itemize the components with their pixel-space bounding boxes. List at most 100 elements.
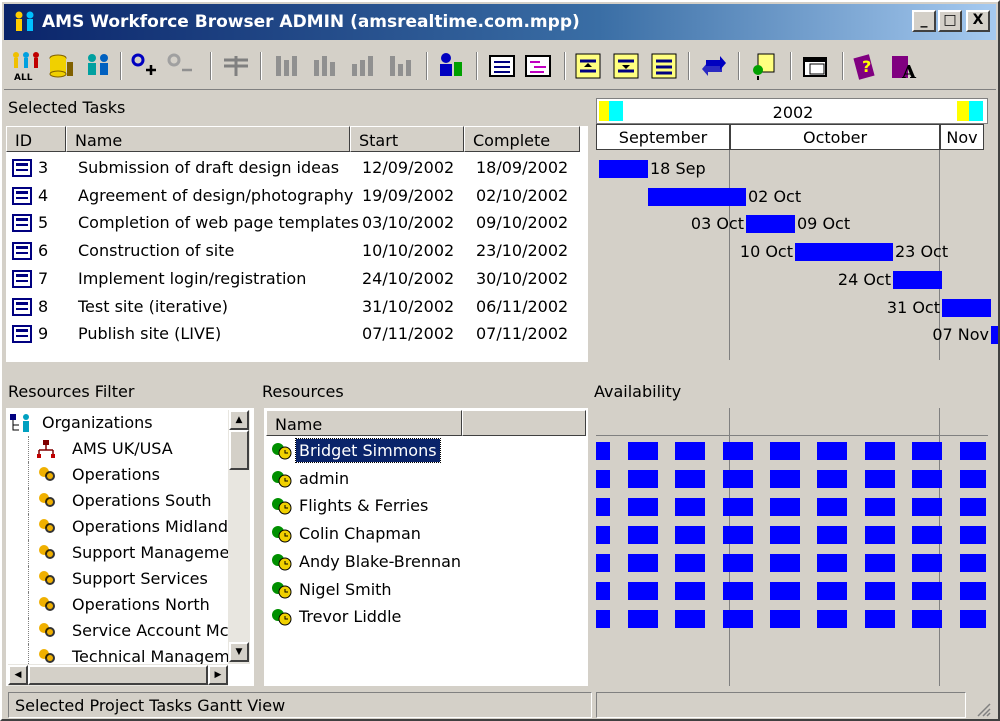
- gantt-bar[interactable]: [746, 215, 795, 234]
- filter-horizontal-scrollbar[interactable]: ◀ ▶: [8, 664, 228, 686]
- add-task-icon[interactable]: [128, 50, 160, 82]
- window-icon[interactable]: [800, 50, 832, 82]
- task-complete: 09/10/2002: [476, 213, 569, 233]
- availability-block: [960, 470, 986, 488]
- minimize-button[interactable]: _: [912, 10, 936, 32]
- tree-item-label: Operations South: [72, 491, 212, 510]
- availability-block: [960, 442, 986, 460]
- resource-assign-icon[interactable]: [434, 50, 466, 82]
- tree-item-label: Service Account Mc: [72, 621, 228, 640]
- table-row[interactable]: 4 Agreement of design/photography 19/09/20…: [6, 182, 586, 209]
- scroll-left-arrow-icon[interactable]: ◀: [8, 665, 28, 685]
- availability-block: [960, 610, 986, 628]
- resource-name: Trevor Liddle: [299, 607, 402, 627]
- task-complete: 02/10/2002: [476, 185, 569, 205]
- availability-chart: [596, 408, 988, 686]
- about-icon[interactable]: A: [888, 50, 920, 82]
- collapse-icon[interactable]: [610, 50, 642, 82]
- tree-item[interactable]: Service Account Mc: [24, 618, 228, 644]
- people-icon[interactable]: [82, 50, 114, 82]
- list-item[interactable]: Bridget Simmons: [264, 438, 584, 465]
- tree-item[interactable]: Support Services: [24, 566, 228, 592]
- expand-icon[interactable]: [572, 50, 604, 82]
- bars2-icon[interactable]: [308, 50, 340, 82]
- horizontal-splitter[interactable]: [4, 366, 996, 370]
- gantt-bar[interactable]: [795, 243, 893, 262]
- task-start: 19/09/2002: [362, 185, 455, 205]
- tree-item[interactable]: Operations South: [24, 488, 228, 514]
- list-view-icon[interactable]: [486, 50, 518, 82]
- gantt-bar[interactable]: [942, 298, 991, 317]
- gantt-bar[interactable]: [599, 160, 648, 178]
- close-button[interactable]: X: [966, 10, 990, 32]
- column-header-name[interactable]: Name: [66, 126, 350, 152]
- availability-block: [912, 554, 942, 572]
- scroll-thumb[interactable]: [229, 430, 249, 470]
- task-start: 12/09/2002: [362, 158, 455, 177]
- scroll-right-arrow-icon[interactable]: ▶: [208, 665, 228, 685]
- list-item[interactable]: Nigel Smith: [264, 577, 584, 604]
- help-icon[interactable]: ?: [850, 50, 882, 82]
- tree-line: [28, 462, 29, 488]
- gantt-view-icon[interactable]: [522, 50, 554, 82]
- availability-block: [675, 526, 705, 544]
- gantt-gridline: [729, 150, 730, 360]
- toolbar-separator: [476, 52, 478, 80]
- gantt-bar[interactable]: [893, 270, 942, 289]
- all-resources-icon[interactable]: ALL: [10, 50, 42, 82]
- availability-block: [912, 442, 942, 460]
- tree-item[interactable]: Operations North: [24, 592, 228, 618]
- availability-block: [723, 582, 753, 600]
- filter-vertical-scrollbar[interactable]: ▲ ▼: [228, 410, 250, 664]
- task-icon: [12, 325, 32, 344]
- bars3-icon[interactable]: [346, 50, 378, 82]
- availability-block: [628, 554, 658, 572]
- list-item[interactable]: Colin Chapman: [264, 521, 584, 548]
- tree-item[interactable]: AMS UK/USA: [24, 436, 228, 462]
- scroll-down-arrow-icon[interactable]: ▼: [229, 642, 249, 662]
- table-row[interactable]: 6 Construction of site 10/10/2002 23/10/200…: [6, 237, 586, 264]
- list-item[interactable]: Trevor Liddle: [264, 604, 584, 631]
- level-icon[interactable]: [648, 50, 680, 82]
- gantt-bar[interactable]: [991, 326, 998, 345]
- task-icon: [12, 214, 32, 233]
- tree-item[interactable]: Operations Midland: [24, 514, 228, 540]
- maximize-button[interactable]: □: [938, 10, 962, 32]
- table-row[interactable]: 3 Submission of draft design ideas 12/09/2…: [6, 154, 586, 181]
- tree-item[interactable]: Support Managemer: [24, 540, 228, 566]
- export-icon[interactable]: [748, 50, 780, 82]
- h-scroll-thumb[interactable]: [28, 665, 208, 685]
- title-bar[interactable]: AMS Workforce Browser ADMIN (amsrealtime…: [4, 4, 996, 40]
- resize-grip-icon[interactable]: [974, 700, 992, 718]
- database-icon[interactable]: [46, 50, 78, 82]
- availability-block: [596, 582, 610, 600]
- tree-line: [28, 488, 29, 514]
- group-icon: [39, 623, 55, 637]
- table-row[interactable]: 5 Completion of web page templates 03/10/2…: [6, 209, 586, 236]
- gantt-bar[interactable]: [648, 187, 746, 206]
- table-row[interactable]: 8 Test site (iterative) 31/10/2002 06/11/20…: [6, 293, 586, 320]
- column-header-id[interactable]: ID: [6, 126, 66, 152]
- list-item[interactable]: Andy Blake-Brennan: [264, 549, 584, 576]
- group-icon: [39, 597, 55, 611]
- column-header-complete[interactable]: Complete: [464, 126, 580, 152]
- scroll-up-arrow-icon[interactable]: ▲: [229, 410, 249, 430]
- bars4-icon[interactable]: [384, 50, 416, 82]
- split-icon[interactable]: [220, 50, 252, 82]
- status-text: Selected Project Tasks Gantt View: [8, 692, 592, 718]
- column-header-start[interactable]: Start: [350, 126, 464, 152]
- remove-task-icon[interactable]: [164, 50, 196, 82]
- bars1-icon[interactable]: [270, 50, 302, 82]
- list-item[interactable]: Flights & Ferries: [264, 493, 584, 520]
- toolbar-separator: [564, 52, 566, 80]
- task-id: 4: [38, 185, 49, 205]
- list-item[interactable]: admin: [264, 466, 584, 493]
- table-row[interactable]: 7 Implement login/registration 24/10/2002 3…: [6, 265, 586, 292]
- refresh-icon[interactable]: [698, 50, 730, 82]
- column-header-resource-name[interactable]: Name: [266, 410, 462, 436]
- group-icon: [39, 519, 55, 533]
- tree-item[interactable]: Operations: [24, 462, 228, 488]
- table-row[interactable]: 9 Publish site (LIVE) 07/11/2002 07/11/2002: [6, 320, 586, 347]
- task-complete: 30/10/2002: [476, 268, 569, 288]
- task-id: 3: [38, 158, 49, 177]
